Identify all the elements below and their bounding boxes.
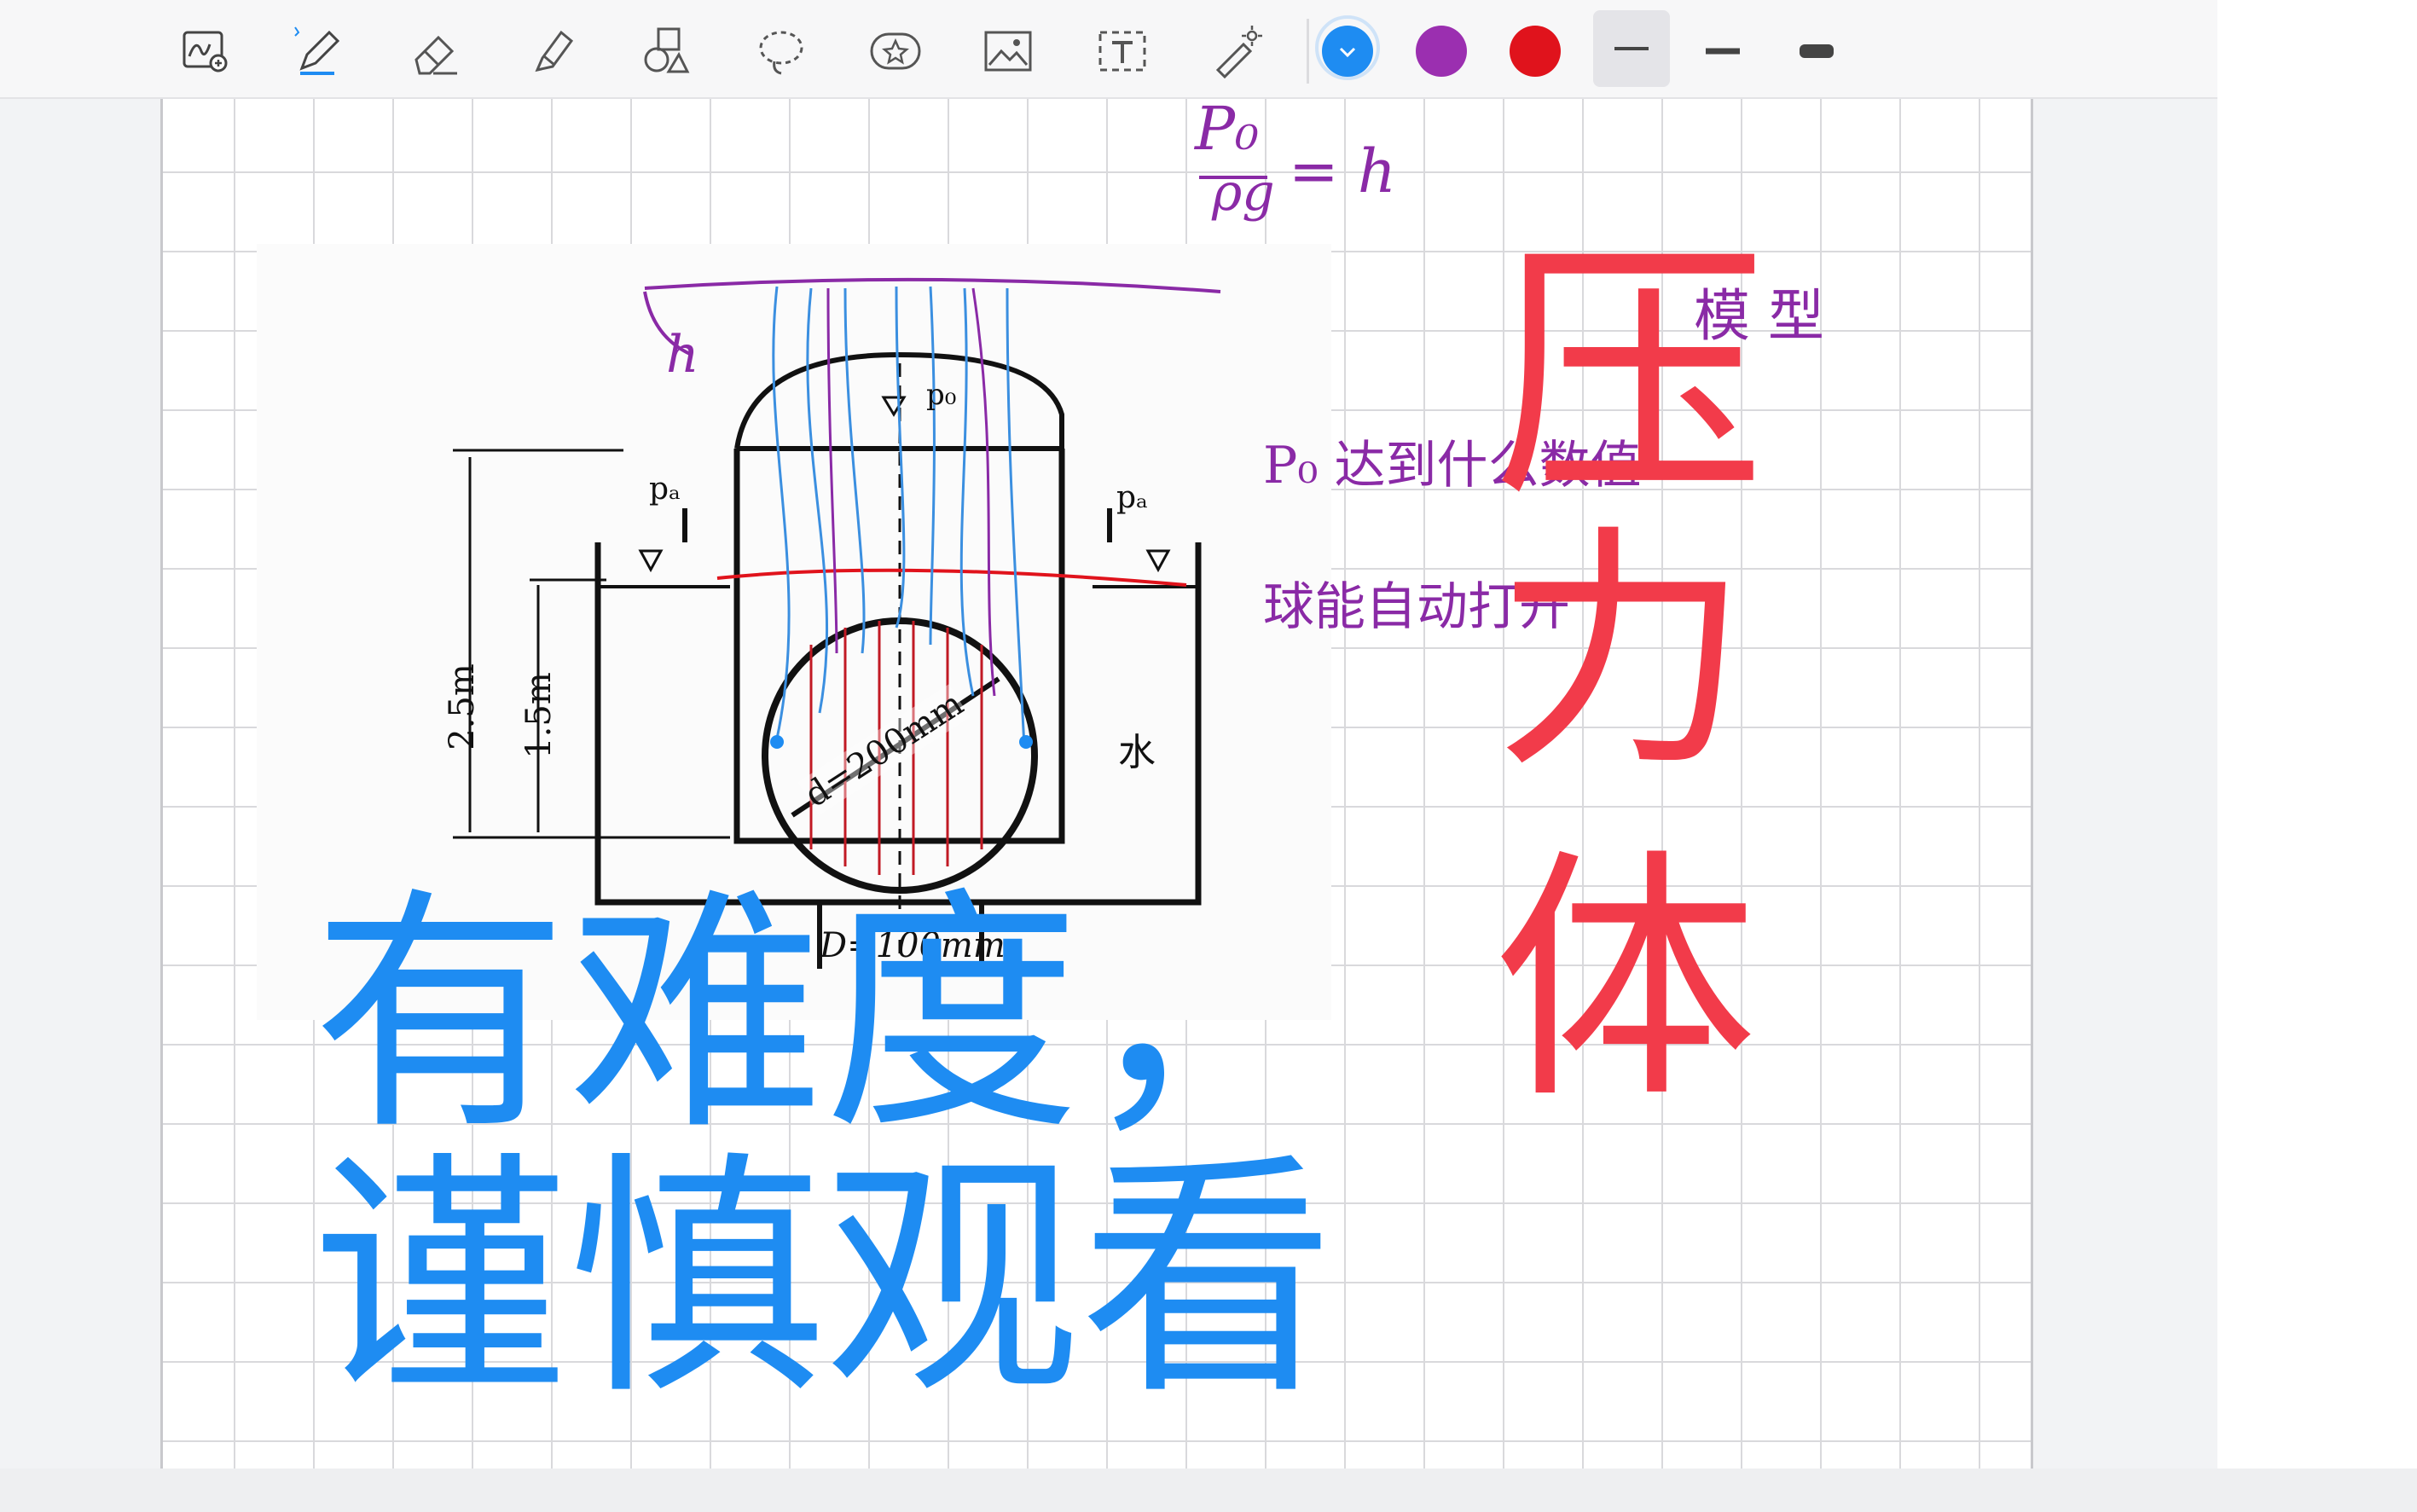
label-pa-left: pₐ — [649, 472, 681, 507]
title-red-char-1: 压 — [1493, 217, 1766, 535]
laser-pointer-icon[interactable] — [1201, 15, 1272, 87]
lasso-icon[interactable] — [745, 15, 817, 87]
label-pa-right: pₐ — [1116, 480, 1148, 515]
title-red-char-2: 力 — [1493, 504, 1749, 802]
formula-equals-h: = h — [1289, 136, 1396, 206]
highlighter-icon[interactable] — [515, 15, 587, 87]
image-icon[interactable] — [972, 15, 1044, 87]
h-label: h — [666, 325, 699, 385]
shapes-icon[interactable] — [629, 15, 701, 87]
toolbar-divider — [1307, 19, 1309, 84]
formula-denominator: ρg — [1212, 163, 1275, 223]
water-label: 水 — [1118, 731, 1156, 774]
color-swatch-purple[interactable] — [1416, 26, 1467, 77]
color-swatch-red[interactable] — [1510, 26, 1561, 77]
side-pane — [2217, 0, 2417, 1469]
formula-numerator: P₀ — [1195, 99, 1260, 164]
star-sticker-icon[interactable] — [860, 15, 931, 87]
eraser-icon[interactable] — [401, 15, 472, 87]
title-red-char-3: 体 — [1493, 827, 1758, 1135]
stroke-width-thin[interactable] — [1593, 10, 1670, 87]
note-page[interactable]: pₐ pₐ p₀ 2.5m 1.5m d=200mm 水 D=100mm P₀ … — [160, 99, 2033, 1469]
color-swatch-blue[interactable] — [1322, 26, 1373, 77]
title-blue-line2: 谨慎观看 — [312, 1131, 1336, 1428]
text-icon[interactable] — [1087, 15, 1158, 87]
dim-2-5m: 2.5m — [442, 663, 482, 750]
stroke-width-thick[interactable] — [1781, 15, 1852, 87]
fraction-bar — [1199, 176, 1267, 179]
chevron-down-icon — [1339, 47, 1356, 58]
stroke-width-medium[interactable] — [1687, 15, 1759, 87]
toolbar — [0, 0, 2217, 99]
handwriting-zoom-icon[interactable] — [171, 15, 242, 87]
dim-1-5m: 1.5m — [519, 672, 559, 759]
label-p0: p₀ — [926, 378, 957, 412]
pen-icon[interactable] — [281, 15, 353, 87]
bottom-bar — [0, 1469, 2417, 1512]
title-blue-line1: 有难度， — [312, 866, 1336, 1164]
